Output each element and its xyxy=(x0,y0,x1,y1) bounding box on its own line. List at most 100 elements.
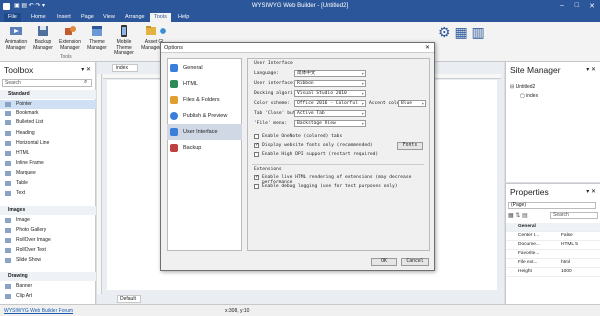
page-tab[interactable]: Default xyxy=(117,295,141,303)
toolbox-item[interactable]: RollOver Image xyxy=(0,236,96,245)
maximize-icon[interactable]: □ xyxy=(575,2,579,9)
toolbox-category[interactable]: Images xyxy=(0,206,96,216)
site-tree-page[interactable]: ▢ index xyxy=(520,93,538,99)
item-label: RollOver Text xyxy=(16,247,46,253)
toolbox-item[interactable]: Clip Art xyxy=(0,292,96,301)
gallery-icon xyxy=(5,228,11,233)
menu-home[interactable]: Home xyxy=(27,13,50,22)
backup-icon xyxy=(170,144,178,152)
item-label: Text xyxy=(16,190,26,196)
asset-icon xyxy=(146,26,156,35)
property-row[interactable]: File ext... html xyxy=(506,259,600,268)
extension-manager-button[interactable]: Extension Manager xyxy=(57,24,83,56)
panel-pin-icon[interactable]: ▾ ✕ xyxy=(81,66,91,73)
toolbox-item[interactable]: Image xyxy=(0,216,96,225)
accent-select[interactable]: Blue ▾ xyxy=(398,100,426,107)
property-row[interactable]: Height 1000 xyxy=(506,268,600,277)
text-icon xyxy=(5,191,11,196)
toolbox-item[interactable]: Horizontal Line xyxy=(0,139,96,148)
forum-link[interactable]: WYSIWYG Web Builder Forum xyxy=(4,308,73,314)
toolbox-item[interactable]: Heading xyxy=(0,129,96,138)
table-icon xyxy=(5,181,11,186)
minimize-icon[interactable]: – xyxy=(560,2,564,9)
ok-button[interactable]: OK xyxy=(371,258,397,266)
toolbox-item[interactable]: Text xyxy=(0,189,96,198)
toolbox-item[interactable]: Inline Frame xyxy=(0,159,96,168)
list-icon xyxy=(5,120,11,125)
high-dpi-checkbox[interactable] xyxy=(254,152,259,157)
toolbox-item[interactable]: Bookmark xyxy=(0,109,96,118)
docking-label: Docking algori xyxy=(254,91,293,96)
ui-icon xyxy=(170,128,178,136)
file-menu-select[interactable]: Backstage View ▾ xyxy=(294,120,366,127)
debug-logging-checkbox[interactable] xyxy=(254,184,259,189)
property-row[interactable]: Favorite... xyxy=(506,250,600,259)
document-tab[interactable]: index xyxy=(112,64,138,72)
tree-page-label: index xyxy=(526,93,539,99)
properties-toolbar[interactable]: ▦ ⇅ ▤ xyxy=(508,212,528,219)
toolbox-item[interactable]: Bulleted List xyxy=(0,118,96,127)
properties-section[interactable]: General xyxy=(506,223,600,232)
language-select[interactable]: 简体中文 ▾ xyxy=(294,70,366,77)
nav-backup[interactable]: Backup xyxy=(167,140,242,156)
close-icon[interactable]: ✕ xyxy=(425,44,430,51)
toolbox-item-pointer[interactable]: Pointer xyxy=(0,100,96,110)
color-scheme-select[interactable]: Office 2016 - Colorful ▾ xyxy=(294,100,366,107)
menu-tools[interactable]: Tools xyxy=(150,13,171,22)
property-row[interactable]: Center I... False xyxy=(506,232,600,241)
toolbox-search-input[interactable]: Search xyxy=(2,79,92,87)
nav-general[interactable]: General xyxy=(167,60,242,76)
animation-manager-button[interactable]: Animation Manager xyxy=(3,24,29,56)
bookmark-icon xyxy=(5,111,11,116)
object-selector[interactable]: (Page) xyxy=(508,202,596,209)
nav-label: Files & Folders xyxy=(183,97,220,103)
menu-page[interactable]: Page xyxy=(77,13,98,22)
cancel-button[interactable]: Cancel xyxy=(401,258,429,266)
toolbox-category[interactable]: Standard xyxy=(0,90,96,100)
menu-file[interactable]: File xyxy=(4,13,21,22)
onenote-tabs-checkbox[interactable] xyxy=(254,134,259,139)
website-fonts-checkbox[interactable] xyxy=(254,142,259,148)
docking-select[interactable]: Visual Studio 2010 ▾ xyxy=(294,90,366,97)
fonts-button[interactable]: Fonts xyxy=(397,142,423,150)
properties-panel: Properties ▾ ✕ (Page) ▦ ⇅ ▤ Search Gener… xyxy=(505,183,600,304)
properties-search-input[interactable]: Search xyxy=(550,212,598,219)
item-label: Inline Frame xyxy=(16,160,44,166)
menu-insert[interactable]: Insert xyxy=(53,13,75,22)
tree-root-label: Untitled2 xyxy=(515,84,536,90)
menu-arrange[interactable]: Arrange xyxy=(121,13,149,22)
toolbox-item[interactable]: Table xyxy=(0,179,96,188)
theme-manager-button[interactable]: Theme Manager xyxy=(84,24,110,56)
nav-html[interactable]: HTML xyxy=(167,76,242,92)
panel-pin-icon[interactable]: ▾ ✕ xyxy=(586,188,596,195)
backup-manager-button[interactable]: Backup Manager xyxy=(30,24,56,56)
chevron-down-icon: ▾ xyxy=(361,81,364,86)
backup-icon xyxy=(38,26,48,36)
ribbon-more-icons[interactable]: ⚙ ▦ ▥ xyxy=(438,24,485,41)
close-icon[interactable]: ✕ xyxy=(589,2,595,10)
toolbox-item[interactable]: Photo Gallery xyxy=(0,226,96,235)
user-interface-select[interactable]: Ribbon ▾ xyxy=(294,80,366,87)
nav-files-folders[interactable]: Files & Folders xyxy=(167,92,242,108)
property-row[interactable]: Docume... HTML 5 xyxy=(506,241,600,250)
toolbox-item[interactable]: Slide Show xyxy=(0,256,96,265)
panel-pin-icon[interactable]: ▾ ✕ xyxy=(586,66,596,73)
live-rendering-checkbox[interactable] xyxy=(254,174,259,180)
property-key: Height xyxy=(518,269,532,274)
nav-user-interface[interactable]: User Interface xyxy=(167,124,242,140)
site-tree-root[interactable]: ⊟ Untitled2 xyxy=(510,84,535,90)
toolbox-item[interactable]: Marquee xyxy=(0,169,96,178)
nav-label: Backup xyxy=(183,145,202,151)
mobile-theme-manager-button[interactable]: Mobile Theme Manager xyxy=(111,24,137,56)
banner-icon xyxy=(5,284,11,289)
menu-view[interactable]: View xyxy=(99,13,119,22)
toolbox-category[interactable]: Drawing xyxy=(0,272,96,282)
tab-close-select[interactable]: Active Tab ▾ xyxy=(294,110,366,117)
menu-help[interactable]: Help xyxy=(174,13,193,22)
toolbox-item[interactable]: RollOver Text xyxy=(0,246,96,255)
toolbox-item[interactable]: HTML xyxy=(0,149,96,158)
ribbon-label: Backup Manager xyxy=(33,39,53,51)
property-key: Docume... xyxy=(518,242,540,247)
toolbox-item[interactable]: Banner xyxy=(0,282,96,291)
nav-publish-preview[interactable]: Publish & Preview xyxy=(167,108,242,124)
